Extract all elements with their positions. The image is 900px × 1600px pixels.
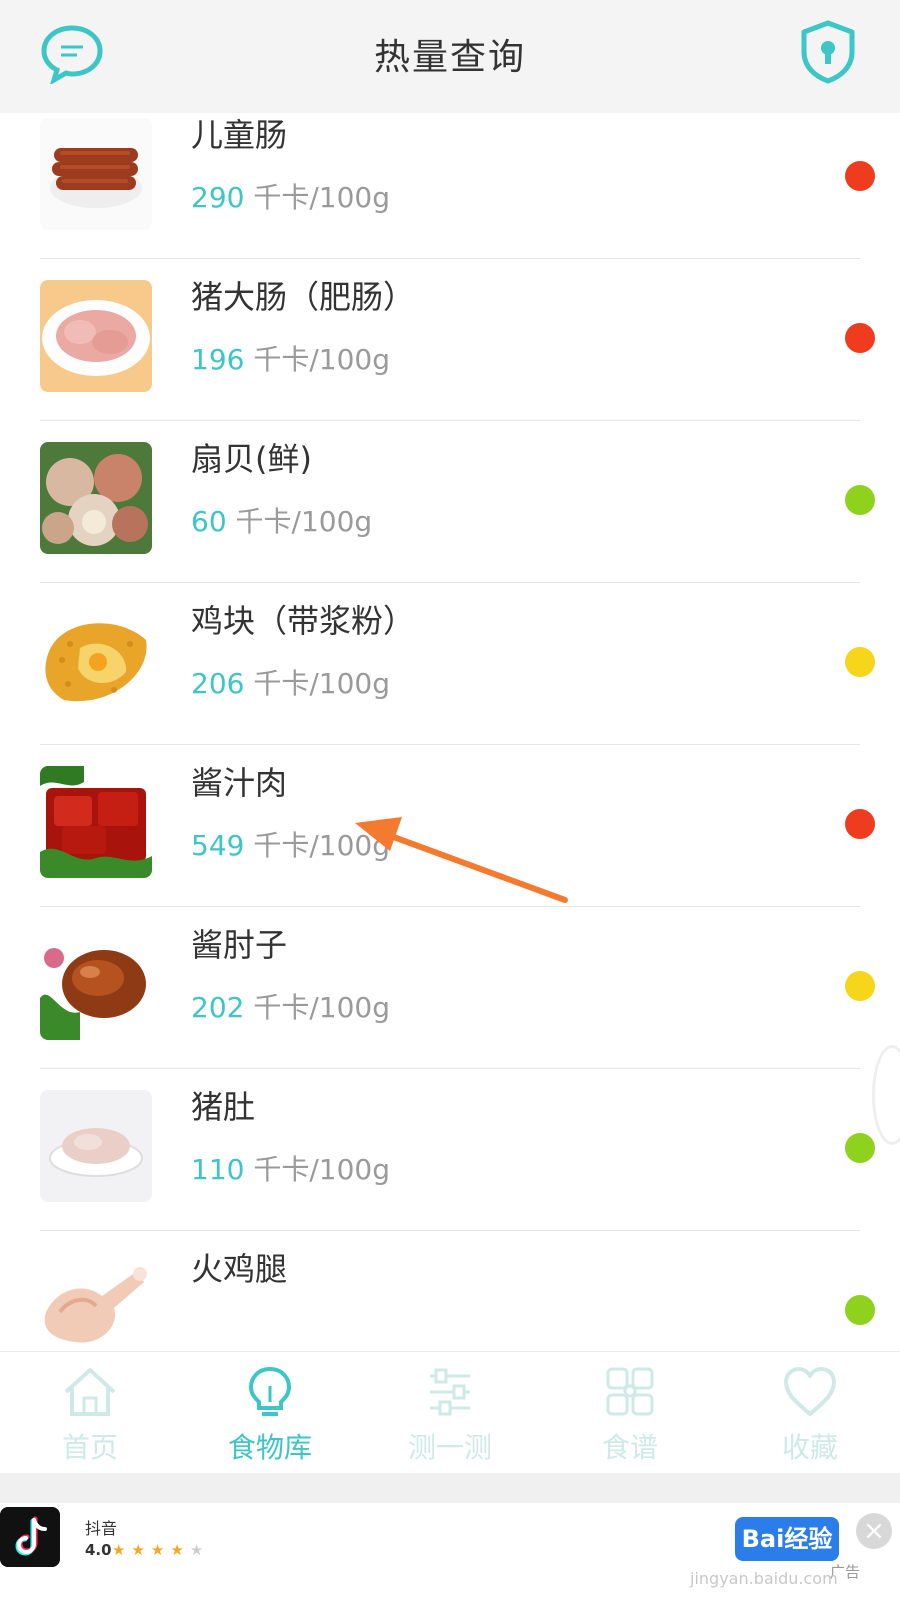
food-name: 火鸡腿 bbox=[191, 1250, 288, 1288]
calorie-level-dot bbox=[845, 323, 875, 353]
close-icon[interactable]: × bbox=[856, 1513, 892, 1549]
star-icon: ★ bbox=[170, 1541, 190, 1559]
food-thumbnail bbox=[40, 1252, 152, 1351]
food-calories: 60 千卡/100g bbox=[191, 500, 372, 540]
food-thumbnail bbox=[40, 280, 152, 392]
lightbulb-icon bbox=[248, 1366, 292, 1416]
star-icon: ★ bbox=[189, 1541, 210, 1559]
tab-favorites[interactable]: 收藏 bbox=[720, 1352, 900, 1474]
ad-app-name: 抖音 bbox=[85, 1519, 118, 1538]
calorie-unit: 千卡/100g bbox=[253, 1153, 391, 1186]
calorie-value: 60 bbox=[191, 505, 227, 538]
page-title: 热量查询 bbox=[373, 37, 526, 78]
calorie-value: 202 bbox=[191, 991, 245, 1024]
top-bar: 热量查询 bbox=[0, 0, 900, 113]
grid-icon bbox=[606, 1367, 654, 1416]
ad-banner[interactable]: 抖音 4.0 ★★★★★ Bai经验 × 广告 jingyan.baidu.co… bbox=[0, 1503, 900, 1600]
food-thumbnail bbox=[40, 928, 152, 1040]
douyin-app-icon[interactable] bbox=[0, 1507, 60, 1567]
food-thumbnail bbox=[40, 442, 152, 554]
food-name: 鸡块（带浆粉） bbox=[191, 602, 416, 640]
tab-label: 首页 bbox=[61, 1431, 118, 1464]
food-name: 猪肚 bbox=[191, 1088, 256, 1126]
calorie-level-dot bbox=[845, 161, 875, 191]
calorie-level-dot bbox=[845, 1295, 875, 1325]
tab-test[interactable]: 测一测 bbox=[360, 1352, 540, 1474]
spacer bbox=[0, 1473, 900, 1503]
tab-label: 收藏 bbox=[781, 1431, 838, 1464]
calorie-level-dot bbox=[845, 971, 875, 1001]
calorie-unit: 千卡/100g bbox=[253, 343, 391, 376]
food-thumbnail bbox=[40, 118, 152, 230]
tab-recipes[interactable]: 食谱 bbox=[540, 1352, 720, 1474]
home-icon bbox=[64, 1368, 116, 1416]
star-rating-icon: ★★★★★ bbox=[112, 1541, 209, 1559]
bottom-tab-bar: 首页 食物库 测一测 食谱 收藏 bbox=[0, 1351, 900, 1473]
food-name: 猪大肠（肥肠） bbox=[191, 278, 416, 316]
calorie-value: 290 bbox=[191, 181, 245, 214]
heart-icon bbox=[784, 1367, 836, 1416]
food-list-item[interactable]: 猪大肠（肥肠） 196 千卡/100g bbox=[0, 256, 900, 421]
food-list[interactable]: 儿童肠 290 千卡/100g 猪大肠（肥肠） 196 千卡/100g 扇贝(鲜) 60 … bbox=[0, 113, 900, 1351]
food-thumbnail bbox=[40, 766, 152, 878]
calorie-spacer bbox=[227, 505, 236, 538]
calorie-level-dot bbox=[845, 647, 875, 677]
food-calories: 202 千卡/100g bbox=[191, 986, 390, 1026]
food-calories: 290 千卡/100g bbox=[191, 176, 390, 216]
star-icon: ★ bbox=[131, 1541, 151, 1559]
food-thumbnail bbox=[40, 604, 152, 716]
food-thumbnail bbox=[40, 1090, 152, 1202]
food-list-item[interactable]: 猪肚 110 千卡/100g bbox=[0, 1066, 900, 1231]
calorie-unit: 千卡/100g bbox=[253, 667, 391, 700]
food-calories: 196 千卡/100g bbox=[191, 338, 390, 378]
food-list-item[interactable]: 扇贝(鲜) 60 千卡/100g bbox=[0, 418, 900, 583]
watermark: jingyan.baidu.com bbox=[690, 1569, 838, 1588]
food-list-item[interactable]: 儿童肠 290 千卡/100g bbox=[0, 113, 900, 259]
calorie-level-dot bbox=[845, 485, 875, 515]
calorie-unit: 千卡/100g bbox=[253, 991, 391, 1024]
tab-label: 食谱 bbox=[601, 1431, 658, 1464]
calorie-value: 549 bbox=[191, 829, 245, 862]
food-name: 儿童肠 bbox=[191, 116, 288, 154]
calorie-unit: 千卡/100g bbox=[235, 505, 373, 538]
calorie-value: 110 bbox=[191, 1153, 245, 1186]
ad-rating: 4.0 bbox=[85, 1541, 112, 1559]
food-name: 酱肘子 bbox=[191, 926, 288, 964]
calorie-level-dot bbox=[845, 809, 875, 839]
food-name: 酱汁肉 bbox=[191, 764, 288, 802]
food-calories: 206 千卡/100g bbox=[191, 662, 390, 702]
shield-lock-icon[interactable] bbox=[800, 20, 856, 84]
tab-label: 测一测 bbox=[407, 1431, 492, 1464]
ad-cta-button[interactable]: Bai经验 bbox=[735, 1517, 839, 1561]
food-list-item[interactable]: 鸡块（带浆粉） 206 千卡/100g bbox=[0, 580, 900, 745]
calorie-value: 206 bbox=[191, 667, 245, 700]
tab-home[interactable]: 首页 bbox=[0, 1352, 180, 1474]
sliders-icon bbox=[430, 1368, 470, 1416]
star-icon: ★ bbox=[150, 1541, 171, 1559]
food-list-item[interactable]: 火鸡腿 bbox=[0, 1228, 900, 1351]
food-name: 扇贝(鲜) bbox=[191, 440, 312, 478]
annotation-arrow bbox=[355, 817, 568, 903]
tab-label: 食物库 bbox=[227, 1431, 312, 1464]
calorie-unit: 千卡/100g bbox=[253, 181, 391, 214]
food-list-item[interactable]: 酱肘子 202 千卡/100g bbox=[0, 904, 900, 1069]
calorie-value: 196 bbox=[191, 343, 245, 376]
calorie-level-dot bbox=[845, 1133, 875, 1163]
tab-food-library[interactable]: 食物库 bbox=[180, 1352, 360, 1474]
food-calories: 110 千卡/100g bbox=[191, 1148, 390, 1188]
star-icon: ★ bbox=[112, 1541, 132, 1559]
